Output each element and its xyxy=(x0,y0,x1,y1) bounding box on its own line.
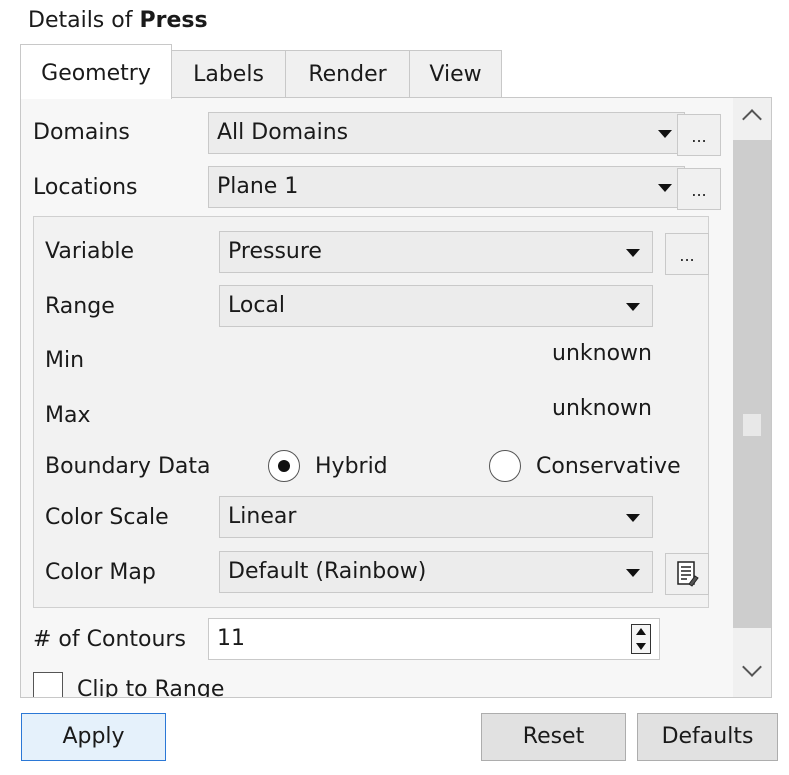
chevron-down-icon xyxy=(626,303,640,311)
scroll-down-icon[interactable] xyxy=(742,657,762,677)
range-label: Range xyxy=(45,294,115,319)
chevron-down-icon xyxy=(626,569,640,577)
tab-labels[interactable]: Labels xyxy=(171,50,286,98)
locations-label: Locations xyxy=(33,175,138,200)
reset-button[interactable]: Reset xyxy=(481,713,626,761)
max-label: Max xyxy=(45,403,91,428)
chevron-down-icon xyxy=(658,130,672,138)
color-map-value: Default (Rainbow) xyxy=(228,559,427,584)
domains-label: Domains xyxy=(33,120,130,145)
chevron-down-icon xyxy=(626,249,640,257)
tab-geometry[interactable]: Geometry xyxy=(20,44,172,99)
domains-value: All Domains xyxy=(217,120,349,145)
min-value: unknown xyxy=(552,341,652,366)
vertical-scrollbar[interactable] xyxy=(733,98,771,697)
color-scale-value: Linear xyxy=(228,504,297,529)
locations-more-button[interactable]: ... xyxy=(677,168,721,210)
domains-select[interactable]: All Domains xyxy=(208,112,685,154)
variable-select[interactable]: Pressure xyxy=(219,231,653,273)
variable-group: Variable Pressure ... Range Local Min un… xyxy=(33,216,709,608)
defaults-button[interactable]: Defaults xyxy=(637,713,778,761)
domains-more-button[interactable]: ... xyxy=(677,114,721,156)
radio-selected-dot xyxy=(278,460,290,472)
color-scale-select[interactable]: Linear xyxy=(219,496,653,538)
scroll-track[interactable] xyxy=(733,140,771,628)
color-map-editor-button[interactable] xyxy=(665,553,709,595)
color-map-select[interactable]: Default (Rainbow) xyxy=(219,551,653,593)
geometry-content: Domains All Domains ... Locations Plane … xyxy=(21,98,732,697)
tab-render[interactable]: Render xyxy=(285,50,410,98)
min-label: Min xyxy=(45,348,85,373)
contours-label: # of Contours xyxy=(33,627,186,652)
locations-select[interactable]: Plane 1 xyxy=(208,166,685,208)
scroll-up-icon[interactable] xyxy=(742,109,762,129)
variable-label: Variable xyxy=(45,239,135,264)
apply-button[interactable]: Apply xyxy=(21,713,166,761)
variable-more-button[interactable]: ... xyxy=(665,233,709,275)
panel-title: Details of Press xyxy=(28,8,208,33)
scroll-thumb[interactable] xyxy=(743,414,761,436)
title-prefix: Details of xyxy=(28,8,140,33)
tab-view[interactable]: View xyxy=(409,50,502,98)
color-scale-label: Color Scale xyxy=(45,505,169,530)
locations-value: Plane 1 xyxy=(217,174,299,199)
contours-stepper[interactable] xyxy=(631,624,651,654)
edit-document-icon xyxy=(677,561,699,587)
conservative-radio[interactable] xyxy=(489,450,521,482)
hybrid-label[interactable]: Hybrid xyxy=(315,454,388,479)
title-object: Press xyxy=(139,8,208,33)
hybrid-radio[interactable] xyxy=(268,450,300,482)
caret-up-icon xyxy=(636,628,646,635)
caret-down-icon xyxy=(636,643,646,650)
range-value: Local xyxy=(228,293,286,318)
contours-value: 11 xyxy=(217,626,245,651)
variable-value: Pressure xyxy=(228,239,322,264)
clip-to-range-checkbox[interactable] xyxy=(33,672,63,697)
chevron-down-icon xyxy=(658,184,672,192)
boundary-data-label: Boundary Data xyxy=(45,454,211,479)
clip-to-range-label[interactable]: Clip to Range xyxy=(77,677,224,697)
chevron-down-icon xyxy=(626,514,640,522)
conservative-label[interactable]: Conservative xyxy=(536,454,681,479)
max-value: unknown xyxy=(552,396,652,421)
contours-spinbox[interactable]: 11 xyxy=(208,618,660,660)
color-map-label: Color Map xyxy=(45,560,156,585)
range-select[interactable]: Local xyxy=(219,285,653,327)
